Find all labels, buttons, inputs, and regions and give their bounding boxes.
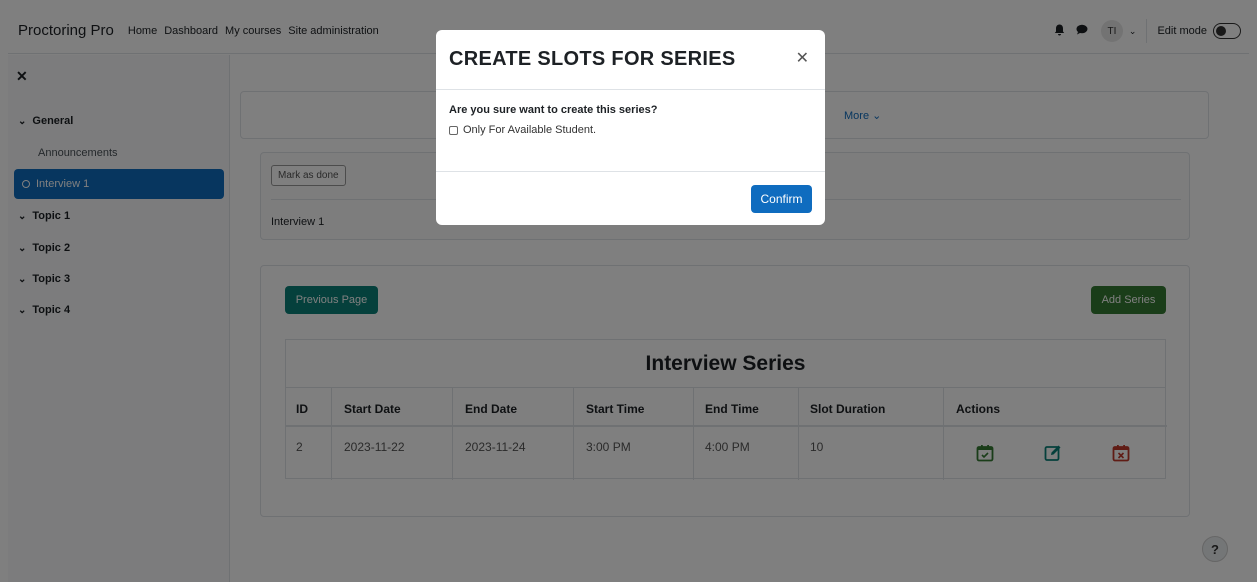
available-student-checkbox[interactable]: Only For Available Student.: [449, 124, 596, 136]
modal-header-divider: [436, 89, 825, 90]
close-icon[interactable]: ✕: [796, 48, 809, 68]
confirm-button[interactable]: Confirm: [751, 185, 812, 213]
create-slots-modal: CREATE SLOTS FOR SERIES ✕ Are you sure w…: [436, 30, 825, 225]
checkbox[interactable]: [449, 125, 458, 135]
modal-title: CREATE SLOTS FOR SERIES: [449, 48, 736, 70]
modal-question: Are you sure want to create this series?: [449, 104, 658, 116]
checkbox-label: Only For Available Student.: [463, 124, 597, 136]
modal-footer-divider: [436, 171, 825, 172]
